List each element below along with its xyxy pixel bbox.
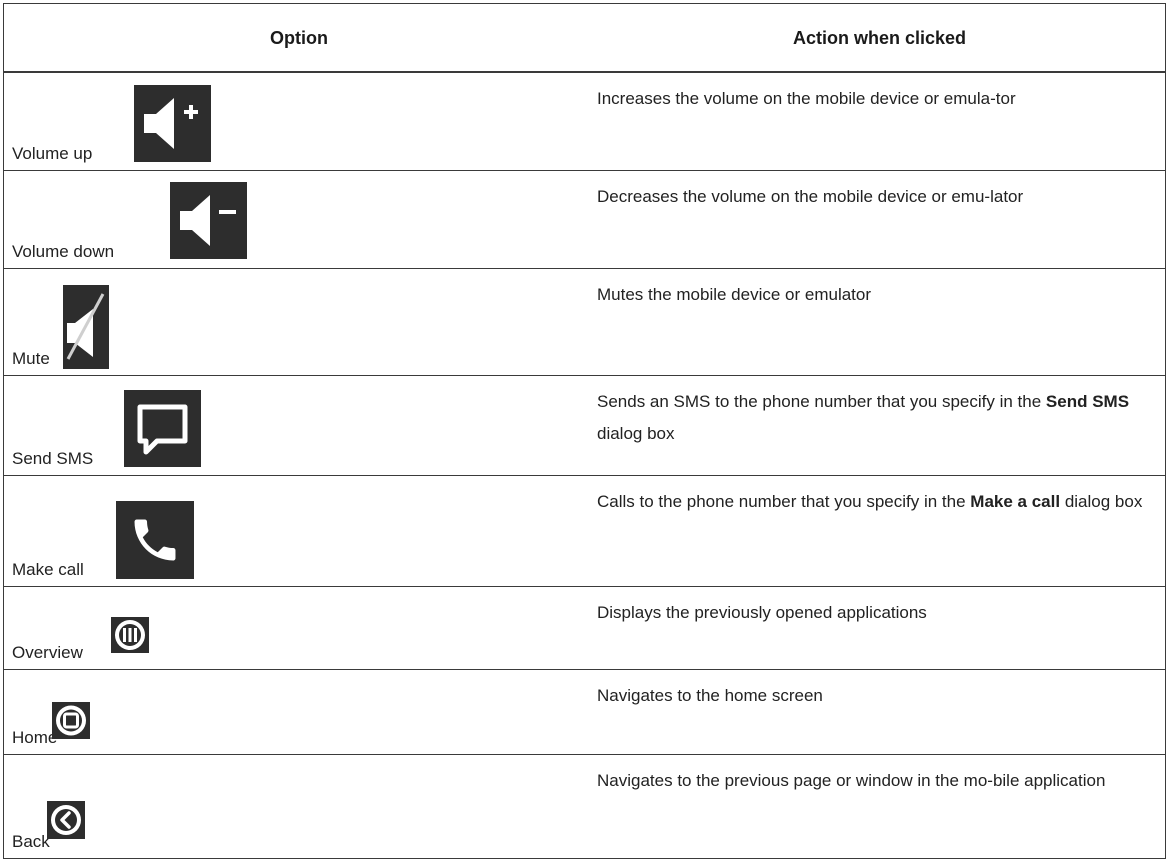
header-action: Action when clicked [792,28,967,48]
table-row: Mute Mutes the mobile device or emulator [4,269,1165,376]
option-label: Mute [12,349,50,368]
home-icon [52,702,90,739]
option-label: Volume down [12,242,115,261]
volume-up-icon [134,85,211,162]
option-label: Overview [12,643,83,662]
mute-icon [63,285,109,369]
option-label: Make call [12,560,84,579]
table-row: Make call Calls to the phone number that… [4,476,1165,587]
overview-icon [111,617,149,653]
make-call-dialog-name: Make a call [970,492,1061,511]
action-text: Mutes the mobile device or emulator [597,285,872,304]
table-row: Volume up Increases the volume on the mo… [4,73,1165,171]
options-table: Option Action when clicked Volume up Inc… [3,3,1166,859]
action-text-before: Calls to the phone number that you speci… [597,492,966,511]
action-text: Calls to the phone number that you speci… [597,486,1157,518]
option-label: Back [12,832,50,851]
option-label: Volume up [12,144,93,163]
action-text: Increases the volume on the mobile devic… [597,89,1016,108]
back-icon [47,801,85,839]
action-text-after: dialog box [1064,492,1143,511]
option-label: Home [12,728,58,747]
action-text: Decreases the volume on the mobile devic… [597,187,1024,206]
action-text-after: dialog box [597,424,675,443]
table-row: Overview Displays the previously opened … [4,587,1165,670]
table-header: Option Action when clicked [4,4,1165,73]
action-text: Displays the previously opened applicati… [597,603,927,622]
table-row: Volume down Decreases the volume on the … [4,171,1165,269]
header-option: Option [270,28,328,48]
table-row: Send SMS Sends an SMS to the phone numbe… [4,376,1165,476]
table-row: Back Navigates to the previous page or w… [4,755,1165,858]
table-row: Home Navigates to the home screen [4,670,1165,755]
volume-down-icon [170,182,247,259]
send-sms-dialog-name: Send SMS [1045,392,1130,411]
action-text: Navigates to the home screen [597,686,823,705]
action-text: Sends an SMS to the phone number that yo… [597,386,1157,450]
phone-icon [116,501,194,579]
option-label: Send SMS [12,449,94,468]
action-text: Navigates to the previous page or window… [597,771,1106,790]
sms-icon [124,390,201,467]
action-text-before: Sends an SMS to the phone number that yo… [597,392,1042,411]
